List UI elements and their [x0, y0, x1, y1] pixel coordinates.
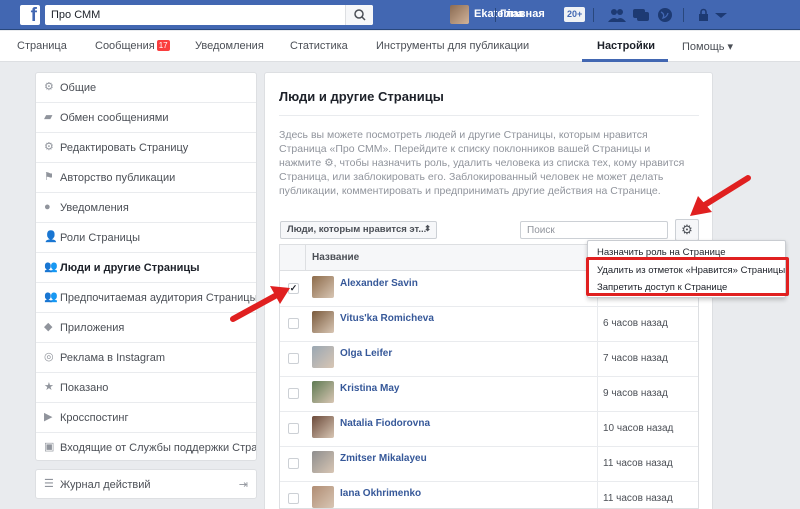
arrow-to-gear-icon [690, 175, 751, 216]
annotation-arrows [230, 175, 751, 322]
arrow-to-checkbox-icon [230, 286, 290, 322]
